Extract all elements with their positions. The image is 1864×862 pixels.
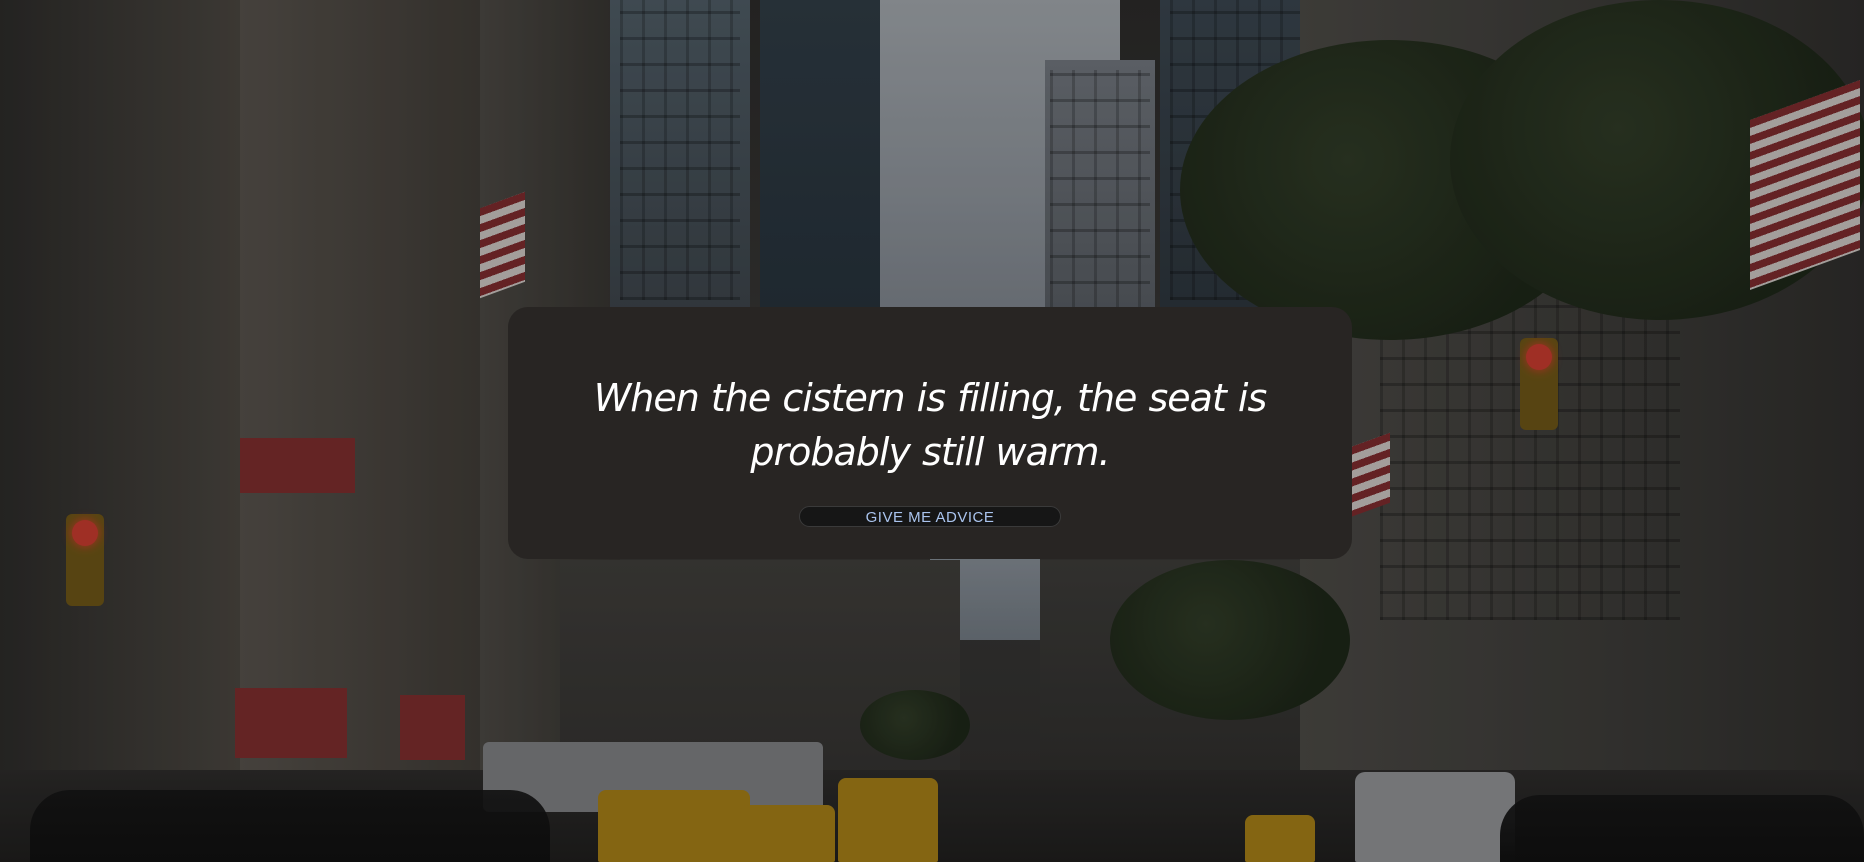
- give-me-advice-button[interactable]: GIVE ME ADVICE: [799, 506, 1061, 527]
- advice-page: When the cistern is filling, the seat is…: [0, 0, 1864, 862]
- advice-card: When the cistern is filling, the seat is…: [508, 307, 1352, 559]
- advice-quote: When the cistern is filling, the seat is…: [593, 376, 1268, 474]
